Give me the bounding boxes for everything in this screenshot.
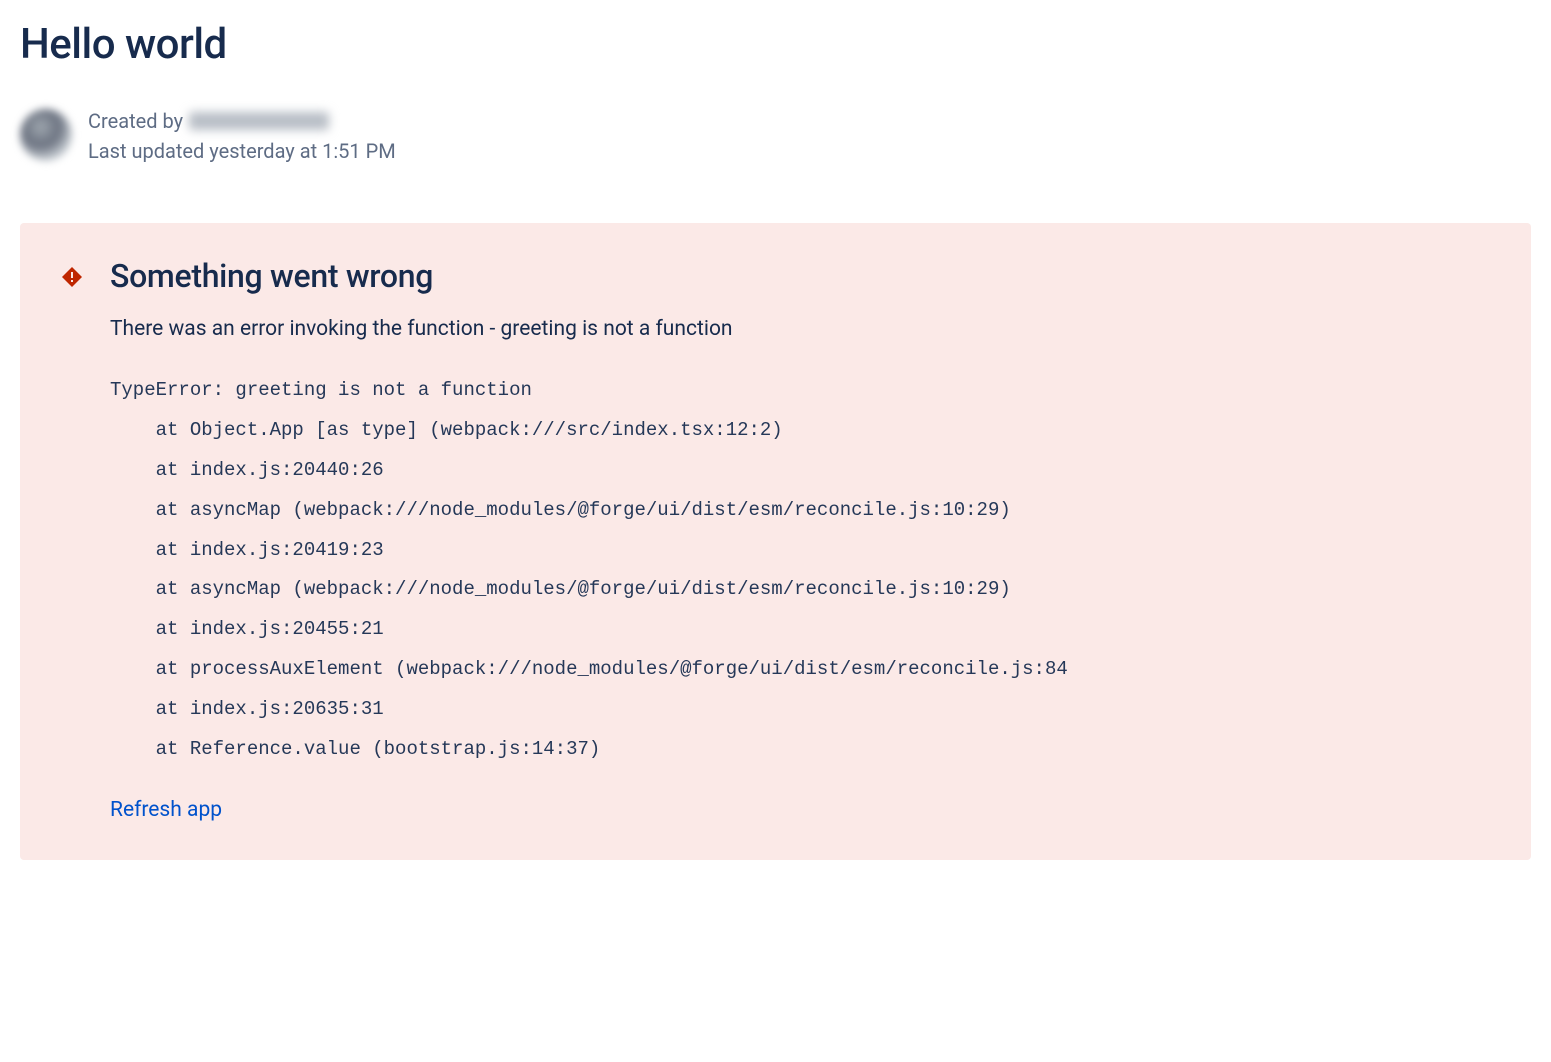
- error-icon: [60, 265, 84, 289]
- author-info: Created by Last updated yesterday at 1:5…: [88, 109, 396, 163]
- last-updated-text: Last updated yesterday at 1:51 PM: [88, 139, 396, 163]
- refresh-app-link[interactable]: Refresh app: [110, 798, 222, 822]
- error-description: There was an error invoking the function…: [110, 317, 1491, 341]
- created-by-line: Created by: [88, 109, 396, 133]
- author-name[interactable]: [189, 112, 329, 130]
- stack-trace: TypeError: greeting is not a function at…: [110, 371, 1491, 770]
- author-section: Created by Last updated yesterday at 1:5…: [20, 109, 1531, 163]
- error-body: There was an error invoking the function…: [60, 317, 1491, 822]
- error-title: Something went wrong: [110, 257, 433, 295]
- page-title: Hello world: [20, 20, 1531, 69]
- error-panel: Something went wrong There was an error …: [20, 223, 1531, 860]
- created-by-label: Created by: [88, 109, 183, 133]
- avatar[interactable]: [20, 109, 72, 161]
- error-header: Something went wrong: [60, 257, 1491, 295]
